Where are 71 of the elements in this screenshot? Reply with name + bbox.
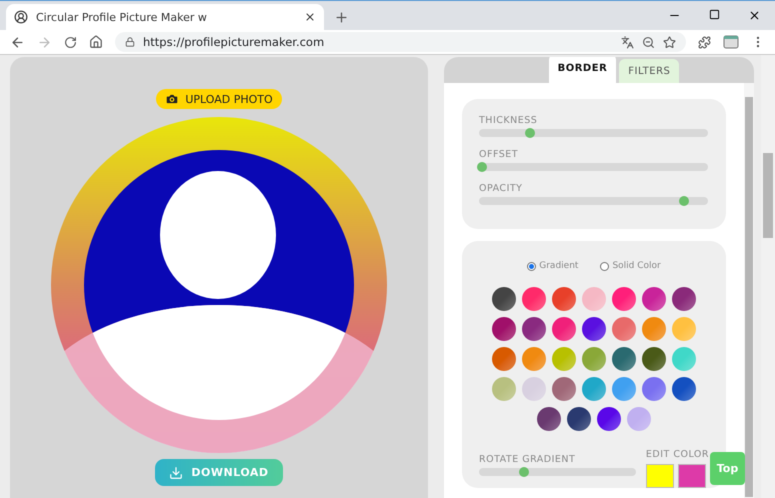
- reload-icon[interactable]: [64, 36, 77, 48]
- browser-tab[interactable]: Circular Profile Picture Maker w: [6, 4, 324, 30]
- address-bar[interactable]: https://profilepicturemaker.com: [115, 32, 686, 52]
- gradient-swatch[interactable]: [672, 377, 696, 401]
- gradient-swatch[interactable]: [582, 317, 606, 341]
- gradient-swatch[interactable]: [612, 347, 636, 371]
- upload-photo-button[interactable]: UPLOAD PHOTO: [156, 89, 282, 109]
- extension-icon[interactable]: [723, 35, 739, 49]
- gradient-swatch[interactable]: [522, 377, 546, 401]
- gradient-swatch[interactable]: [522, 347, 546, 371]
- home-icon[interactable]: [89, 35, 103, 49]
- gradient-swatch[interactable]: [522, 287, 546, 311]
- camera-icon: [165, 92, 180, 106]
- gradient-swatch[interactable]: [642, 377, 666, 401]
- maximize-icon[interactable]: [709, 9, 720, 20]
- profile-icon: [14, 10, 28, 24]
- new-tab-icon[interactable]: [334, 10, 349, 25]
- slider-label: OPACITY: [479, 183, 524, 194]
- gradient-swatch[interactable]: [642, 287, 666, 311]
- tab[interactable]: FILTERS: [619, 59, 680, 83]
- gradient-swatch[interactable]: [567, 407, 591, 431]
- slider-track[interactable]: [479, 163, 708, 171]
- gradient-swatch[interactable]: [597, 407, 621, 431]
- gradient-swatch[interactable]: [492, 287, 516, 311]
- gradient-swatch[interactable]: [672, 287, 696, 311]
- slider-thumb[interactable]: [477, 162, 487, 172]
- gradient-swatch[interactable]: [582, 287, 606, 311]
- back-icon[interactable]: [10, 34, 25, 50]
- gradient-swatch[interactable]: [672, 317, 696, 341]
- slider-track[interactable]: [479, 468, 636, 476]
- scrollbar[interactable]: [744, 83, 754, 498]
- gradient-swatch[interactable]: [537, 407, 561, 431]
- gradient-swatch[interactable]: [627, 407, 651, 431]
- close-icon[interactable]: [304, 11, 316, 23]
- extensions-icon[interactable]: [698, 36, 711, 48]
- slider-track[interactable]: [479, 129, 708, 137]
- slider-track[interactable]: [479, 197, 708, 205]
- slider-label: ROTATE GRADIENT: [479, 454, 576, 465]
- gradient-swatch[interactable]: [642, 347, 666, 371]
- gradient-swatch[interactable]: [552, 377, 576, 401]
- lock-icon: [125, 37, 135, 47]
- close-icon[interactable]: [748, 9, 761, 22]
- gradient-swatch[interactable]: [552, 317, 576, 341]
- slider-thumb[interactable]: [519, 467, 530, 477]
- gradient-swatch[interactable]: [672, 347, 696, 371]
- gradient-swatch[interactable]: [492, 347, 516, 371]
- gradient-swatch[interactable]: [552, 347, 576, 371]
- translate-icon[interactable]: [621, 36, 634, 48]
- gradient-swatch[interactable]: [612, 377, 636, 401]
- gradient-swatch[interactable]: [582, 377, 606, 401]
- gradient-swatch[interactable]: [552, 287, 576, 311]
- color-box[interactable]: [646, 464, 674, 488]
- gradient-swatch[interactable]: [492, 377, 516, 401]
- star-icon[interactable]: [663, 36, 676, 48]
- slider-label: THICKNESS: [479, 115, 538, 126]
- slider-thumb[interactable]: [678, 196, 689, 206]
- gradient-swatch[interactable]: [582, 347, 606, 371]
- slider-label: OFFSET: [479, 149, 520, 160]
- gradient-swatch[interactable]: [642, 317, 666, 341]
- slider-thumb[interactable]: [525, 128, 536, 138]
- gradient-swatch[interactable]: [612, 287, 636, 311]
- edit-color-label: EDIT COLOR: [646, 449, 709, 460]
- page-scrollbar[interactable]: [761, 55, 775, 498]
- gradient-swatch[interactable]: [612, 317, 636, 341]
- color-box[interactable]: [678, 464, 706, 488]
- tab[interactable]: BORDER: [548, 57, 616, 83]
- gradient-swatch[interactable]: [522, 317, 546, 341]
- gradient-swatch[interactable]: [492, 317, 516, 341]
- download-icon: [169, 466, 184, 480]
- zoom-icon[interactable]: [642, 36, 655, 48]
- forward-icon[interactable]: [37, 34, 52, 50]
